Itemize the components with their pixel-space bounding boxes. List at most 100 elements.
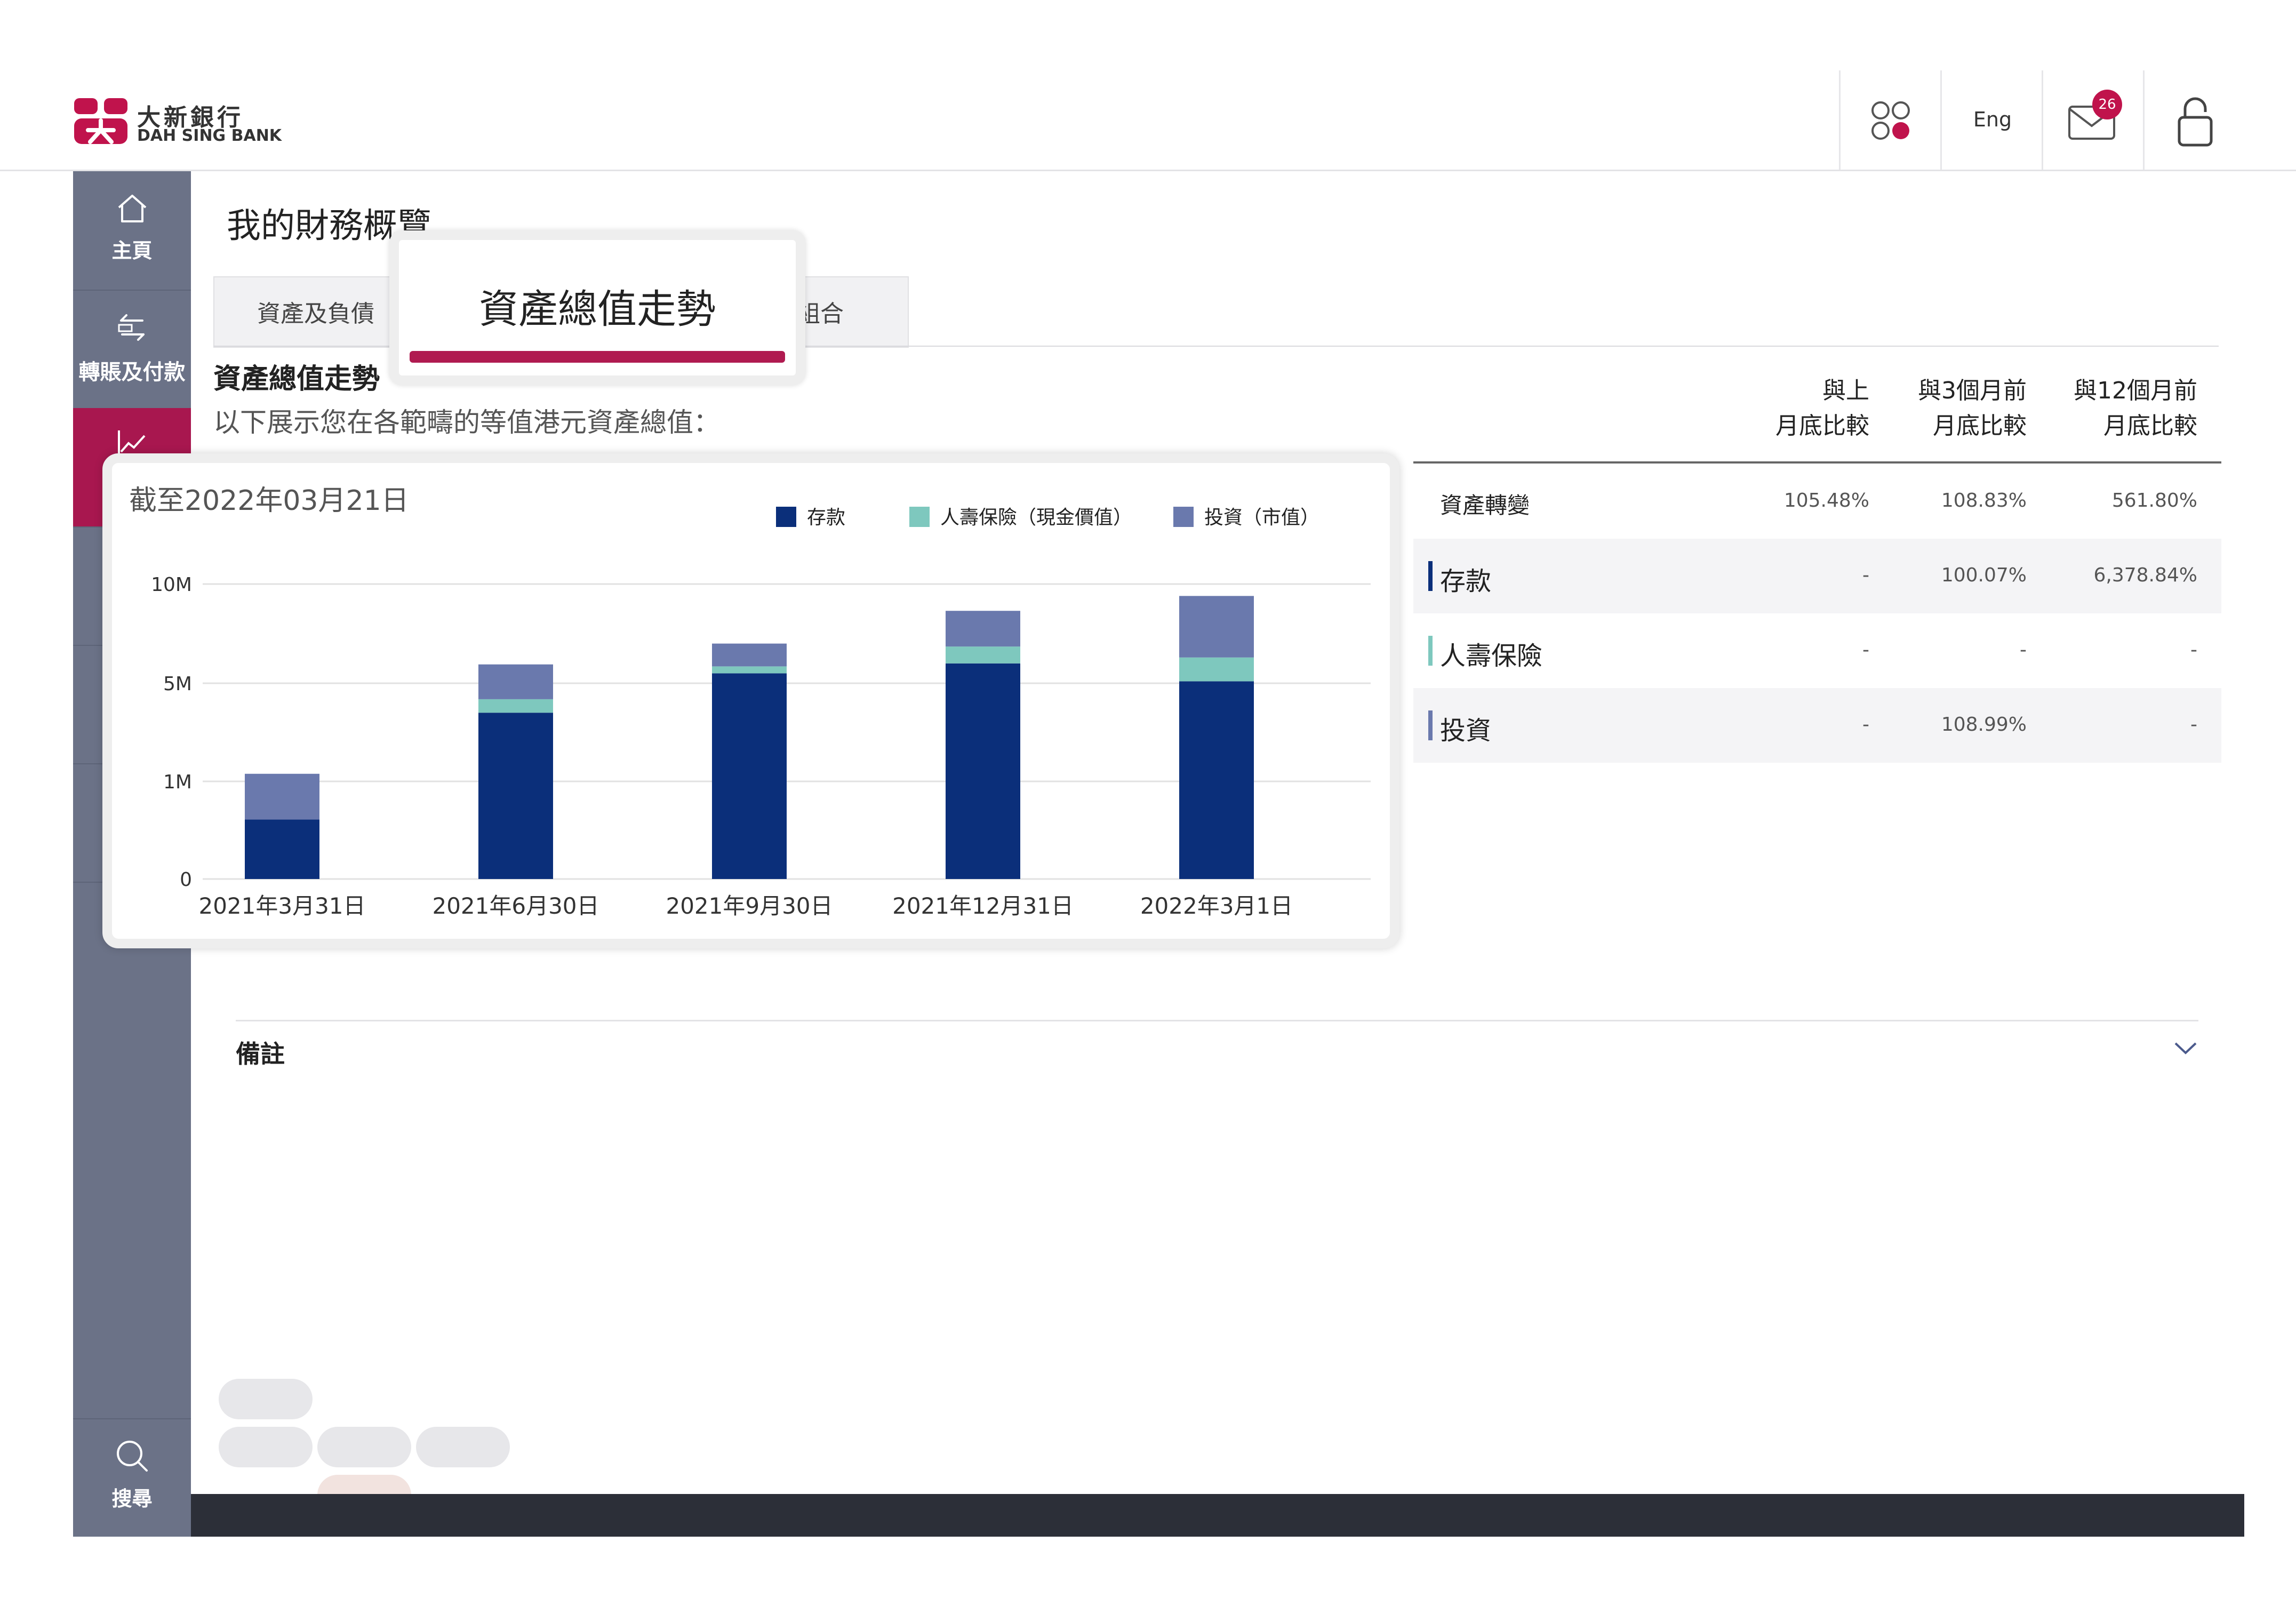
legend-swatch — [776, 507, 796, 527]
table-cell: - — [1862, 714, 1869, 736]
decorative-pill — [219, 1427, 313, 1467]
table-cell: 100.07% — [1941, 564, 2027, 586]
remarks-toggle[interactable]: 備註 — [236, 1035, 285, 1070]
bar-segment — [1179, 596, 1254, 658]
decorative-pill — [416, 1427, 510, 1467]
y-tick-label: 10M — [151, 574, 192, 596]
dah-sing-logo-icon — [74, 98, 127, 144]
language-label: Eng — [1973, 108, 2012, 131]
legend-label: 存款 — [807, 507, 845, 529]
table-cell: 108.99% — [1941, 714, 2027, 736]
bar-segment — [478, 713, 553, 879]
bar-segment — [946, 611, 1020, 647]
section-subtitle: 以下展示您在各範疇的等值港元資產總值： — [213, 407, 720, 438]
bar-segment — [1179, 681, 1254, 879]
table-cell: - — [1862, 564, 1869, 586]
remarks-divider — [236, 1020, 2198, 1021]
table-cell: 6,378.84% — [2093, 564, 2197, 586]
row-label: 資產轉變 — [1440, 492, 1530, 518]
brand-name-en: DAH SING BANK — [137, 126, 282, 145]
footer-bar — [191, 1494, 2244, 1537]
home-icon — [118, 195, 147, 222]
mail-count-badge: 26 — [2092, 90, 2122, 119]
logout-button[interactable] — [2143, 70, 2246, 170]
y-tick-label: 5M — [163, 673, 192, 695]
bar-segment — [712, 673, 787, 879]
series-color-marker — [1428, 636, 1433, 666]
y-tick-label: 1M — [163, 771, 192, 793]
bar-segment — [712, 666, 787, 674]
table-cell: 105.48% — [1783, 490, 1869, 512]
column-header-line1: 與3個月前 — [1918, 377, 2027, 404]
column-header: 與3個月前 月底比較 — [1867, 373, 2027, 444]
x-tick-label: 2021年9月30日 — [666, 893, 833, 919]
sidebar-item-transfer[interactable]: 轉賬及付款 — [73, 290, 191, 409]
tab-trend-callout[interactable]: 資產總值走勢 — [389, 230, 805, 385]
section-title: 資產總值走勢 — [213, 363, 380, 395]
top-header: 大新銀行 DAH SING BANK Eng 26 — [0, 70, 2296, 171]
comparison-table: 與上 月底比較 與3個月前 月底比較 與12個月前 月底比較 資產轉變 105.… — [1413, 363, 2221, 768]
sidebar-item-label: 主頁 — [111, 239, 153, 262]
table-cell: - — [1862, 639, 1869, 661]
bar-segment — [478, 664, 553, 699]
table-cell: - — [2190, 714, 2197, 736]
bank-logo[interactable]: 大新銀行 DAH SING BANK — [73, 97, 340, 150]
legend-swatch — [1173, 507, 1194, 527]
table-cell: 108.83% — [1941, 490, 2027, 512]
table-row: 人壽保險 - - - — [1413, 613, 2221, 688]
bar-segment — [1179, 657, 1254, 682]
column-header: 與上 月底比較 — [1709, 373, 1869, 444]
column-header-line2: 月底比較 — [2103, 412, 2197, 440]
column-header-line1: 與上 — [1822, 377, 1869, 404]
column-header: 與12個月前 月底比較 — [2037, 373, 2197, 444]
y-tick-label: 0 — [180, 869, 192, 891]
x-tick-label: 2021年12月31日 — [892, 893, 1074, 919]
language-toggle[interactable]: Eng — [1940, 70, 2043, 170]
series-color-marker — [1428, 710, 1433, 740]
sidebar-item-label: 轉賬及付款 — [78, 360, 186, 385]
search-icon — [117, 1441, 148, 1472]
stacked-bar-chart: 0 1M 5M 10M 2021年3月31日 2021年6月30日 2021年9月30日 20… — [151, 507, 1371, 919]
decorative-pill — [317, 1427, 411, 1467]
series-color-marker — [1428, 561, 1433, 591]
row-label: 人壽保險 — [1440, 641, 1543, 671]
bar-segment — [478, 699, 553, 713]
sidebar-item-home[interactable]: 主頁 — [73, 171, 191, 291]
x-tick-label: 2021年6月30日 — [432, 893, 599, 919]
legend-swatch — [909, 507, 930, 527]
sidebar-item-search[interactable]: 搜尋 — [73, 1418, 191, 1538]
table-cell: - — [2020, 639, 2027, 661]
table-cell: - — [2190, 639, 2197, 661]
bar-segment — [712, 643, 787, 667]
apps-button[interactable] — [1839, 70, 1942, 170]
column-header-line2: 月底比較 — [1775, 412, 1869, 440]
chevron-down-icon[interactable] — [2173, 1040, 2198, 1056]
bar-segment — [245, 819, 319, 879]
tab-assets-liabilities[interactable]: 資產及負債 — [257, 294, 374, 329]
decorative-pill — [219, 1379, 313, 1419]
row-label: 投資 — [1440, 716, 1492, 746]
bar-segment — [946, 663, 1020, 879]
sidebar-item-label: 搜尋 — [111, 1487, 153, 1511]
table-cell: 561.80% — [2111, 490, 2197, 512]
table-header-divider — [1413, 461, 2221, 464]
table-row: 存款 - 100.07% 6,378.84% — [1413, 539, 2221, 613]
column-header-line2: 月底比較 — [1933, 412, 2027, 440]
bar-segment — [245, 773, 319, 820]
legend-label: 投資（市值） — [1204, 507, 1319, 529]
tab-trend-label: 資產總值走勢 — [479, 286, 716, 332]
x-tick-label: 2022年3月1日 — [1140, 893, 1293, 919]
row-label: 存款 — [1440, 566, 1492, 596]
x-tick-label: 2021年3月31日 — [198, 893, 365, 919]
chart-card: 截至2022年03月21日 0 1M 5M 10M 2021年3月31日 2021年6月3… — [102, 453, 1399, 948]
table-row: 資產轉變 105.48% 108.83% 561.80% — [1413, 464, 2221, 539]
table-row: 投資 - 108.99% - — [1413, 688, 2221, 763]
legend-label: 人壽保險（現金價值） — [940, 507, 1132, 529]
inbox-button[interactable]: 26 — [2042, 70, 2145, 170]
apps-icon — [1871, 101, 1910, 140]
column-header-line1: 與12個月前 — [2074, 377, 2197, 404]
bar-segment — [946, 646, 1020, 664]
active-tab-indicator — [410, 351, 785, 363]
transfer-icon — [118, 314, 145, 341]
lock-icon — [2178, 97, 2213, 147]
